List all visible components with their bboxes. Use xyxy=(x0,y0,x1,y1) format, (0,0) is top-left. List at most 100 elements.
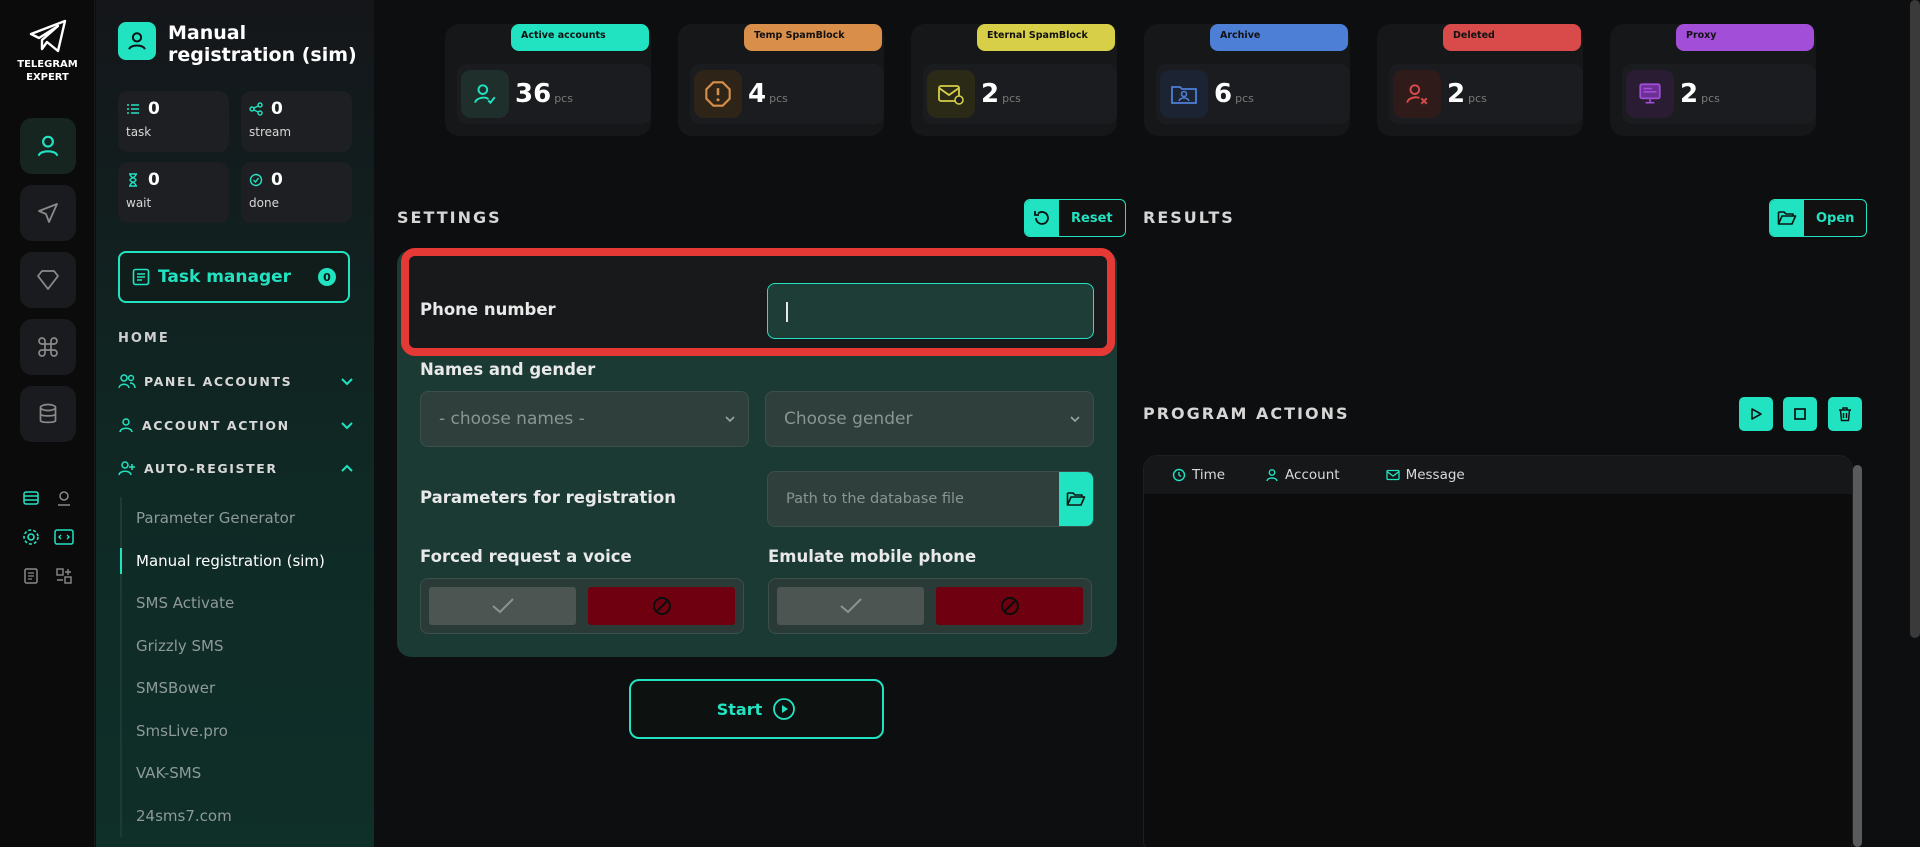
sidebar-header-icon xyxy=(118,22,156,60)
hourglass-icon xyxy=(129,173,137,187)
card-unit: pcs xyxy=(769,91,788,105)
subnav-grizzly-sms[interactable]: Grizzly SMS xyxy=(122,625,370,668)
stat-task: 0 task xyxy=(118,91,229,152)
play-circle-icon xyxy=(773,698,796,720)
rail-command-button[interactable] xyxy=(20,319,76,375)
card-proxy[interactable]: Proxy 2 pcs xyxy=(1610,24,1816,136)
folder-user-icon xyxy=(1160,70,1208,118)
forced-voice-label: Forced request a voice xyxy=(420,547,632,566)
card-badge: Eternal SpamBlock xyxy=(977,24,1115,51)
telegram-logo-icon xyxy=(29,19,66,53)
results-title: RESULTS xyxy=(1143,208,1235,227)
table-settings-icon xyxy=(23,491,39,505)
forced-voice-yes-button[interactable] xyxy=(429,587,576,625)
user-icon xyxy=(128,32,146,50)
notes-icon xyxy=(24,568,38,584)
names-gender-label: Names and gender xyxy=(420,360,596,379)
forced-voice-no-button[interactable] xyxy=(588,587,735,625)
rail-mini-code-button[interactable] xyxy=(52,525,76,549)
card-badge: Temp SpamBlock xyxy=(744,24,882,51)
folder-open-icon xyxy=(1777,211,1797,225)
card-deleted[interactable]: Deleted 2 pcs xyxy=(1377,24,1583,136)
subnav-24sms7[interactable]: 24sms7.com xyxy=(122,795,370,838)
mail-block-icon xyxy=(927,70,975,118)
subnav-vak-sms[interactable]: VAK-SMS xyxy=(122,752,370,795)
user-icon xyxy=(37,135,59,157)
phone-number-input[interactable] xyxy=(767,283,1094,339)
log-col-label: Time xyxy=(1192,467,1226,483)
chevron-down-icon xyxy=(341,422,353,430)
card-active-accounts[interactable]: Active accounts 36 pcs xyxy=(445,24,651,136)
names-select-value: - choose names - xyxy=(439,409,585,429)
card-unit: pcs xyxy=(1002,91,1021,105)
chevron-up-icon xyxy=(341,464,353,472)
ban-icon xyxy=(1000,597,1019,615)
reset-button[interactable]: Reset xyxy=(1024,199,1126,237)
nav-group-label: PANEL ACCOUNTS xyxy=(144,373,293,389)
card-badge: Proxy xyxy=(1676,24,1814,51)
subnav-parameter-generator[interactable]: Parameter Generator xyxy=(122,497,370,540)
emulate-mobile-label: Emulate mobile phone xyxy=(768,547,977,566)
rail-mini-profile-button[interactable] xyxy=(52,486,76,510)
log-scrollbar[interactable] xyxy=(1853,465,1862,847)
folder-open-icon xyxy=(1066,492,1086,506)
rail-premium-button[interactable] xyxy=(20,252,76,308)
rail-database-button[interactable] xyxy=(20,386,76,442)
subnav-smslive[interactable]: SmsLive.pro xyxy=(122,710,370,753)
nav-group-auto-register[interactable]: AUTO-REGISTER xyxy=(118,456,354,480)
app-logo: TELEGRAM EXPERT xyxy=(0,18,95,84)
reset-icon xyxy=(1034,211,1049,225)
play-button[interactable] xyxy=(1739,397,1773,431)
home-link[interactable]: HOME xyxy=(118,331,170,346)
rail-accounts-button[interactable] xyxy=(20,118,76,174)
logo-text-line2: EXPERT xyxy=(26,72,69,83)
log-col-time: Time xyxy=(1172,467,1225,483)
nav-group-panel-accounts[interactable]: PANEL ACCOUNTS xyxy=(118,369,354,393)
mail-icon xyxy=(1385,469,1400,481)
rail-mini-tables-button[interactable] xyxy=(19,486,43,510)
nav-group-account-action[interactable]: ACCOUNT ACTION xyxy=(118,413,354,437)
stop-icon xyxy=(1794,408,1806,420)
names-select[interactable]: - choose names - xyxy=(420,391,749,447)
rail-mini-settings-button[interactable] xyxy=(19,525,43,549)
clear-log-button[interactable] xyxy=(1828,397,1862,431)
subnav-sms-activate[interactable]: SMS Activate xyxy=(122,582,370,625)
user-check-icon xyxy=(461,70,509,118)
settings-title: SETTINGS xyxy=(397,208,502,227)
database-path-input[interactable]: Path to the database file xyxy=(767,471,1094,527)
phone-number-label: Phone number xyxy=(420,300,556,319)
open-label: Open xyxy=(1816,210,1855,226)
forced-voice-toggle xyxy=(420,578,744,634)
check-circle-icon xyxy=(249,173,263,187)
card-badge: Deleted xyxy=(1443,24,1581,51)
emulate-mobile-no-button[interactable] xyxy=(936,587,1083,625)
gear-icon xyxy=(23,529,39,545)
gender-select[interactable]: Choose gender xyxy=(765,391,1094,447)
play-icon xyxy=(1751,408,1762,420)
emulate-mobile-toggle xyxy=(768,578,1092,634)
subnav-manual-registration[interactable]: Manual registration (sim) xyxy=(120,540,370,583)
emulate-mobile-yes-button[interactable] xyxy=(777,587,924,625)
card-archive[interactable]: Archive 6 pcs xyxy=(1144,24,1350,136)
params-label: Parameters for registration xyxy=(420,488,677,507)
browse-file-button[interactable] xyxy=(1059,472,1093,526)
card-value: 36 xyxy=(515,79,552,109)
users-icon xyxy=(118,374,136,389)
program-actions-title: PROGRAM ACTIONS xyxy=(1143,404,1350,423)
page-title: Manual registration (sim) xyxy=(168,22,357,66)
card-temp-spamblock[interactable]: Temp SpamBlock 4 pcs xyxy=(678,24,884,136)
open-results-button[interactable]: Open xyxy=(1769,199,1868,237)
start-button[interactable]: Start xyxy=(629,679,884,739)
rail-mini-widgets-button[interactable] xyxy=(52,564,76,588)
rail-mini-notes-button[interactable] xyxy=(19,564,43,588)
subnav-smsbower[interactable]: SMSBower xyxy=(122,667,370,710)
stop-button[interactable] xyxy=(1783,397,1817,431)
card-unit: pcs xyxy=(1701,91,1720,105)
program-actions-log[interactable]: Time Account Message xyxy=(1143,455,1853,847)
monitor-icon xyxy=(1626,70,1674,118)
card-value: 6 xyxy=(1214,79,1233,109)
page-scrollbar[interactable] xyxy=(1910,0,1920,638)
task-manager-button[interactable]: Task manager 0 xyxy=(118,251,350,303)
rail-send-button[interactable] xyxy=(20,185,76,241)
card-eternal-spamblock[interactable]: Eternal SpamBlock 2 pcs xyxy=(911,24,1117,136)
